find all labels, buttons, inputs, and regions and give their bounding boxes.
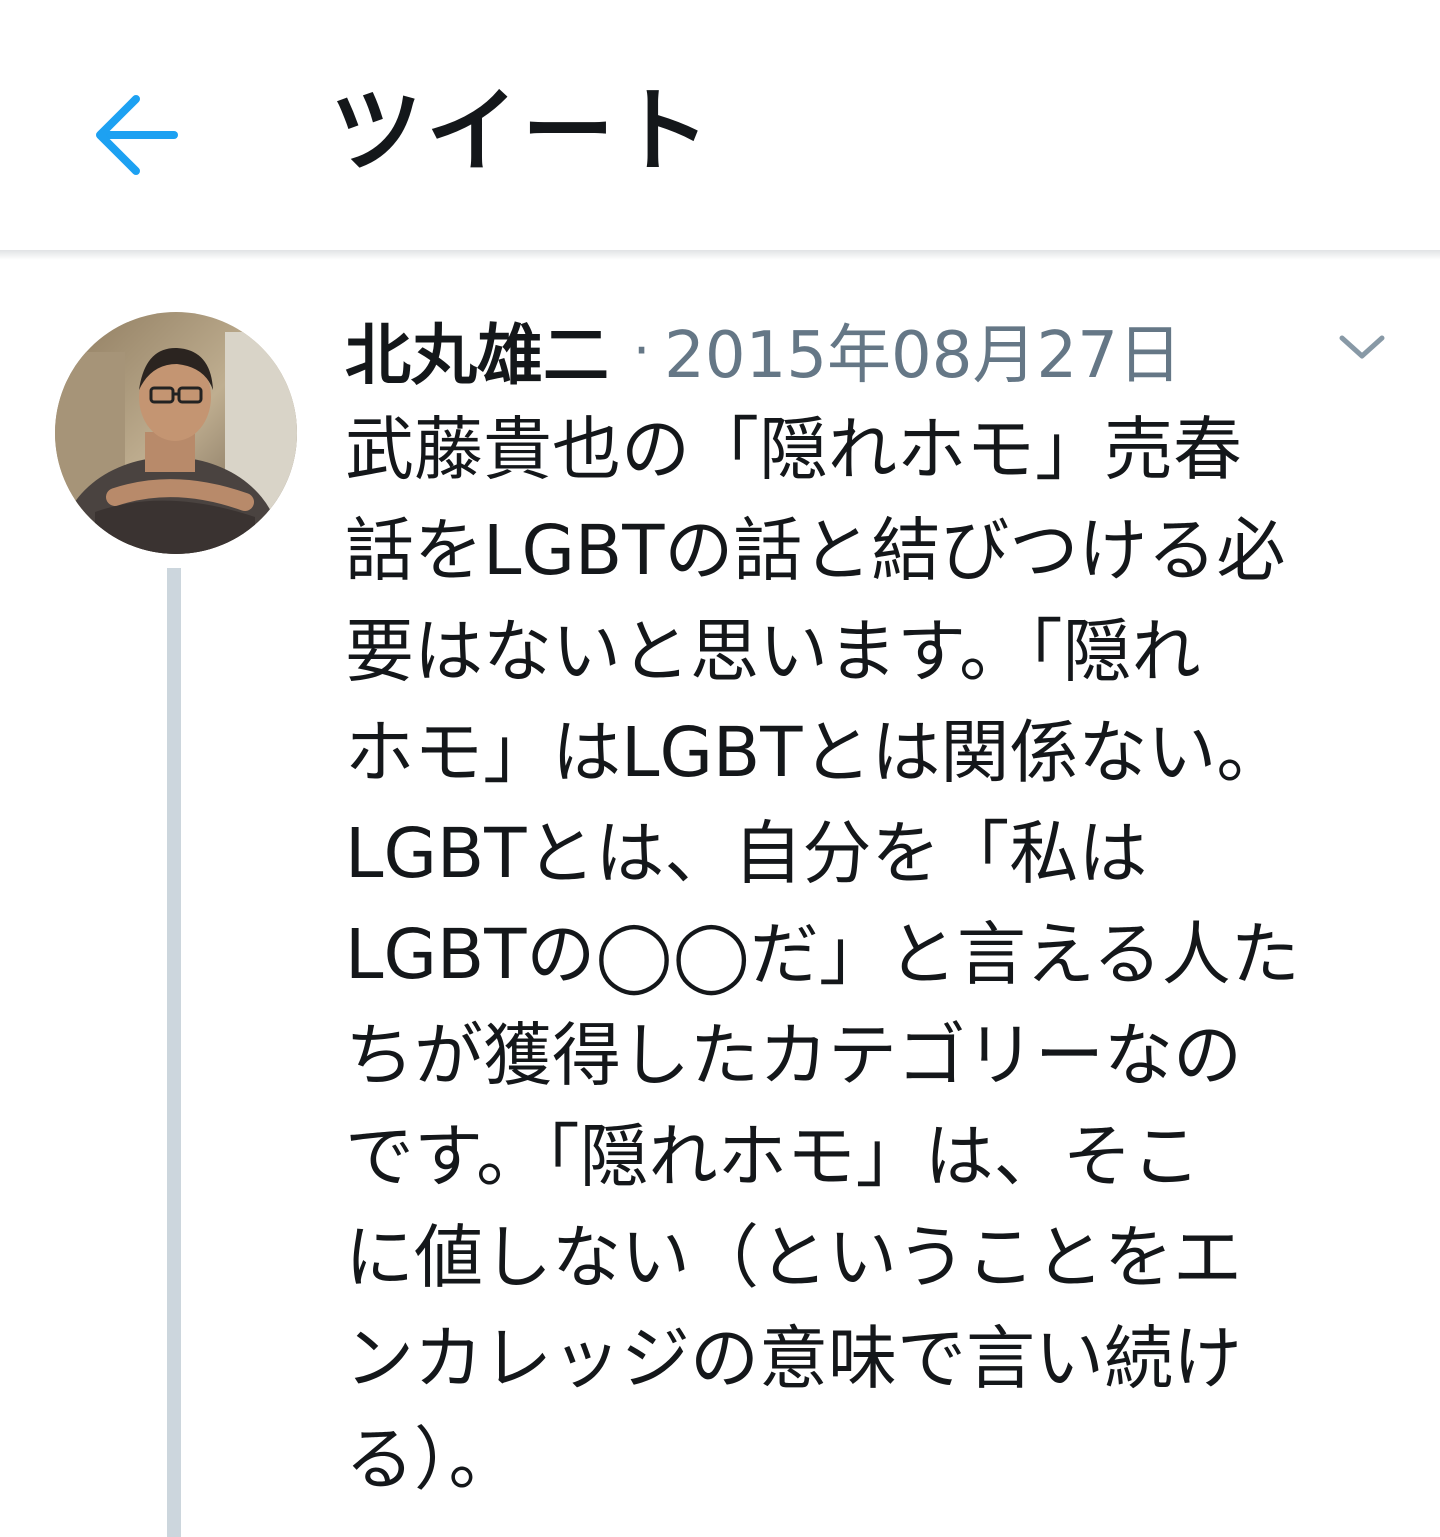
tweet-text-line: LGBTの◯◯だ」と言える人た: [345, 915, 1300, 995]
tweet-text-line: ちが獲得したカテゴリーなの: [345, 1016, 1242, 1096]
tweet-text-line: LGBTとは、自分を「私は: [345, 814, 1148, 894]
more-options-button[interactable]: [1330, 322, 1394, 372]
header-divider: [0, 250, 1440, 260]
meta-separator: ·: [633, 318, 651, 382]
tweet-text-line: に値しない（ということをエ: [345, 1218, 1242, 1298]
tweet-meta: 北丸雄二 · 2015年08月27日: [345, 305, 1182, 395]
tweet-text-line: る）。: [345, 1420, 518, 1500]
arrow-left-icon: [96, 95, 178, 175]
avatar[interactable]: [55, 312, 297, 554]
back-button[interactable]: [80, 80, 190, 190]
thread-connector-line: [167, 568, 181, 1537]
app-header: ツイート: [0, 0, 1440, 250]
page-title: ツイート: [330, 78, 715, 185]
tweet-text-line: ホモ」はLGBTとは関係ない。: [345, 713, 1286, 793]
tweet-text-line: です。「隠れホモ」は、そこ: [345, 1117, 1201, 1197]
tweet-timestamp[interactable]: 2015年08月27日: [664, 304, 1182, 396]
tweet-text: 武藤貴也の「隠れホモ」売春 話をLGBTの話と結びつける必 要はないと思います。…: [345, 400, 1405, 1511]
tweet-text-line: 武藤貴也の「隠れホモ」売春: [345, 410, 1242, 490]
tweet-text-line: 話をLGBTの話と結びつける必: [345, 511, 1286, 591]
avatar-photo: [55, 312, 297, 554]
tweet-text-line: 要はないと思います。「隠れ: [345, 612, 1201, 692]
chevron-down-icon: [1339, 335, 1385, 359]
tweet-text-line: ンカレッジの意味で言い続け: [345, 1319, 1242, 1399]
author-name[interactable]: 北丸雄二: [345, 302, 609, 398]
